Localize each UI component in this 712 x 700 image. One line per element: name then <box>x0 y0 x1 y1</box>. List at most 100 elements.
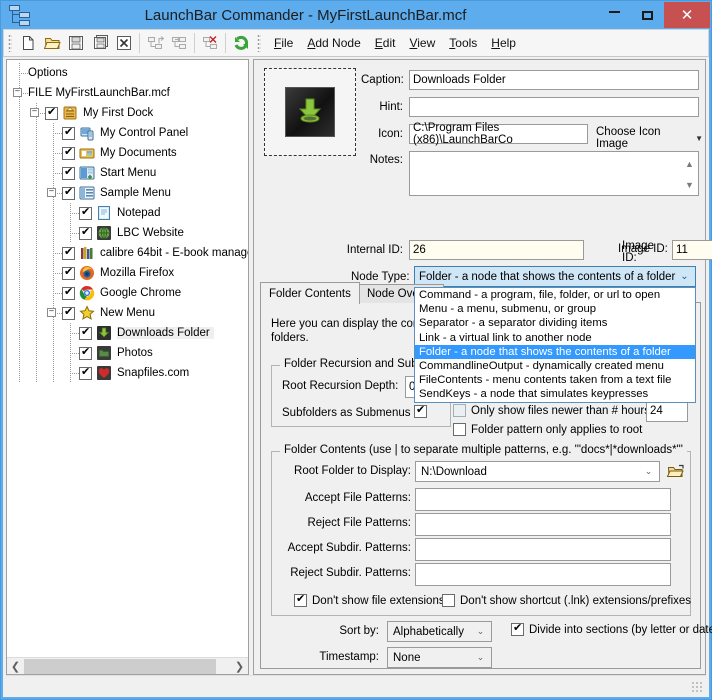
notes-scroll-buttons[interactable]: ▲ ▼ <box>682 153 697 195</box>
tree-item-checkbox[interactable] <box>79 226 92 240</box>
tree-item[interactable]: Snapfiles.com <box>7 363 248 383</box>
add-child-node-icon[interactable] <box>143 31 167 55</box>
tree-item[interactable]: New Menu <box>7 303 248 323</box>
chevron-down-icon[interactable]: ▼ <box>682 174 697 195</box>
menu-item-file[interactable]: File <box>267 32 300 54</box>
add-sibling-node-icon[interactable] <box>167 31 191 55</box>
tree-item[interactable]: Downloads Folder <box>7 323 248 343</box>
tree-item-checkbox[interactable] <box>62 286 75 300</box>
node-tree-panel[interactable]: Options FILE MyFirstLaunchBar.mcf My First… <box>6 59 249 675</box>
divide-sections-checkbox[interactable] <box>511 621 524 636</box>
tree-expander-collapse[interactable] <box>47 188 56 197</box>
chevron-up-icon[interactable]: ▲ <box>682 153 697 174</box>
close-file-icon[interactable] <box>112 31 136 55</box>
tree-expander-collapse[interactable] <box>30 108 39 117</box>
tree-item-checkbox[interactable] <box>45 106 58 120</box>
new-file-icon[interactable] <box>16 31 40 55</box>
node-tree[interactable]: Options FILE MyFirstLaunchBar.mcf My First… <box>7 60 248 657</box>
icon-path-input[interactable]: C:\Program Files (x86)\LaunchBarCo <box>409 122 588 146</box>
sort-by-combo[interactable]: Alphabetically ⌄ <box>387 621 492 642</box>
only-newer-files-checkbox[interactable] <box>453 404 466 417</box>
node-type-option[interactable]: CommandlineOutput - dynamically created … <box>415 359 695 373</box>
accept-subdir-patterns-input[interactable] <box>415 538 671 561</box>
minimize-button[interactable] <box>598 3 631 27</box>
tree-item-checkbox[interactable] <box>79 346 92 360</box>
tree-expander-collapse[interactable] <box>47 308 56 317</box>
tree-item-checkbox[interactable] <box>79 206 92 220</box>
maximize-button[interactable] <box>631 3 664 27</box>
node-type-option[interactable]: Menu - a menu, submenu, or group <box>415 302 695 316</box>
caption-input[interactable]: Downloads Folder <box>409 70 699 90</box>
browse-folder-button[interactable] <box>666 461 686 481</box>
folder-pattern-root-checkbox[interactable] <box>453 423 466 436</box>
scroll-right-arrow-icon[interactable]: ❯ <box>231 658 248 675</box>
tree-item-checkbox[interactable] <box>62 186 75 200</box>
menubar-gripper[interactable] <box>257 34 261 52</box>
accept-file-patterns-input[interactable] <box>415 488 671 511</box>
no-file-extensions-checkbox[interactable] <box>294 592 307 607</box>
root-folder-combo[interactable]: N:\Download ⌄ <box>415 461 660 482</box>
tree-item[interactable]: Google Chrome <box>7 283 248 303</box>
chevron-down-icon[interactable]: ⌄ <box>640 462 657 481</box>
node-type-option[interactable]: Folder - a node that shows the contents … <box>415 344 695 359</box>
hint-input[interactable] <box>409 97 699 117</box>
toolbar-gripper[interactable] <box>8 34 12 52</box>
only-newer-files-option[interactable]: Only show files newer than # hours: <box>453 404 653 417</box>
reject-file-patterns-input[interactable] <box>415 513 671 536</box>
node-type-dropdown-list[interactable]: Command - a program, file, folder, or ur… <box>414 287 696 403</box>
tree-item[interactable]: My Control Panel <box>7 123 248 143</box>
tree-item[interactable]: Mozilla Firefox <box>7 263 248 283</box>
node-type-option[interactable]: Separator - a separator dividing items <box>415 316 695 330</box>
tree-item[interactable]: My First Dock <box>7 103 248 123</box>
timestamp-combo[interactable]: None ⌄ <box>387 647 492 668</box>
tree-item[interactable]: Photos <box>7 343 248 363</box>
tree-item-checkbox[interactable] <box>79 326 92 340</box>
no-shortcut-extensions-checkbox[interactable] <box>442 594 455 607</box>
tree-item-checkbox[interactable] <box>79 366 92 380</box>
tree-item-checkbox[interactable] <box>62 146 75 160</box>
tree-item-checkbox[interactable] <box>62 306 75 320</box>
tree-item[interactable]: Notepad <box>7 203 248 223</box>
cut-node-icon[interactable] <box>198 31 222 55</box>
tree-hscroll-track[interactable] <box>24 658 231 675</box>
tree-item[interactable]: FILE MyFirstLaunchBar.mcf <box>7 83 248 103</box>
save-icon[interactable] <box>64 31 88 55</box>
refresh-icon[interactable] <box>229 31 253 55</box>
icon-preview-box[interactable] <box>264 68 356 156</box>
resize-grip[interactable] <box>691 681 703 693</box>
node-type-option[interactable]: Link - a virtual link to another node <box>415 331 695 345</box>
menu-item-edit[interactable]: Edit <box>368 32 403 54</box>
tree-item[interactable]: Start Menu <box>7 163 248 183</box>
close-button[interactable]: ✕ <box>664 2 710 28</box>
menu-item-help[interactable]: Help <box>484 32 523 54</box>
notes-textarea[interactable]: ▲ ▼ <box>409 151 699 196</box>
node-type-option[interactable]: Command - a program, file, folder, or ur… <box>415 288 695 302</box>
tree-item[interactable]: My Documents <box>7 143 248 163</box>
menu-item-view[interactable]: View <box>402 32 442 54</box>
tree-expander-collapse[interactable] <box>13 88 22 97</box>
tree-item-checkbox[interactable] <box>62 166 75 180</box>
tree-item-checkbox[interactable] <box>62 266 75 280</box>
tree-item[interactable]: LBC Website <box>7 223 248 243</box>
open-folder-icon[interactable] <box>40 31 64 55</box>
subfolders-as-submenus-checkbox[interactable] <box>414 403 427 418</box>
no-shortcut-extensions-option[interactable]: Don't show shortcut (.lnk) extensions/pr… <box>442 594 691 607</box>
tree-item-checkbox[interactable] <box>62 126 75 140</box>
tree-item-checkbox[interactable] <box>62 246 75 260</box>
tree-item[interactable]: calibre 64bit - E-book management <box>7 243 248 263</box>
node-type-option[interactable]: SendKeys - a node that simulates keypres… <box>415 387 695 401</box>
choose-icon-image-button[interactable]: Choose Icon Image ▼ <box>596 126 703 150</box>
tree-item[interactable]: Options <box>7 63 248 83</box>
scroll-left-arrow-icon[interactable]: ❮ <box>7 658 24 675</box>
menu-item-tools[interactable]: Tools <box>442 32 484 54</box>
chevron-down-icon[interactable]: ⌄ <box>472 622 489 641</box>
reject-subdir-patterns-input[interactable] <box>415 563 671 586</box>
divide-sections-option[interactable]: Divide into sections (by letter or date) <box>511 621 712 636</box>
no-file-extensions-option[interactable]: Don't show file extensions <box>294 592 445 607</box>
node-type-option[interactable]: FileContents - menu contents taken from … <box>415 373 695 387</box>
tree-hscroll-thumb[interactable] <box>24 658 216 674</box>
tab-folder-contents[interactable]: Folder Contents <box>260 282 360 304</box>
tree-horizontal-scrollbar[interactable]: ❮ ❯ <box>7 657 248 674</box>
chevron-down-icon[interactable]: ⌄ <box>472 648 489 667</box>
folder-pattern-root-option[interactable]: Folder pattern only applies to root <box>453 423 642 436</box>
